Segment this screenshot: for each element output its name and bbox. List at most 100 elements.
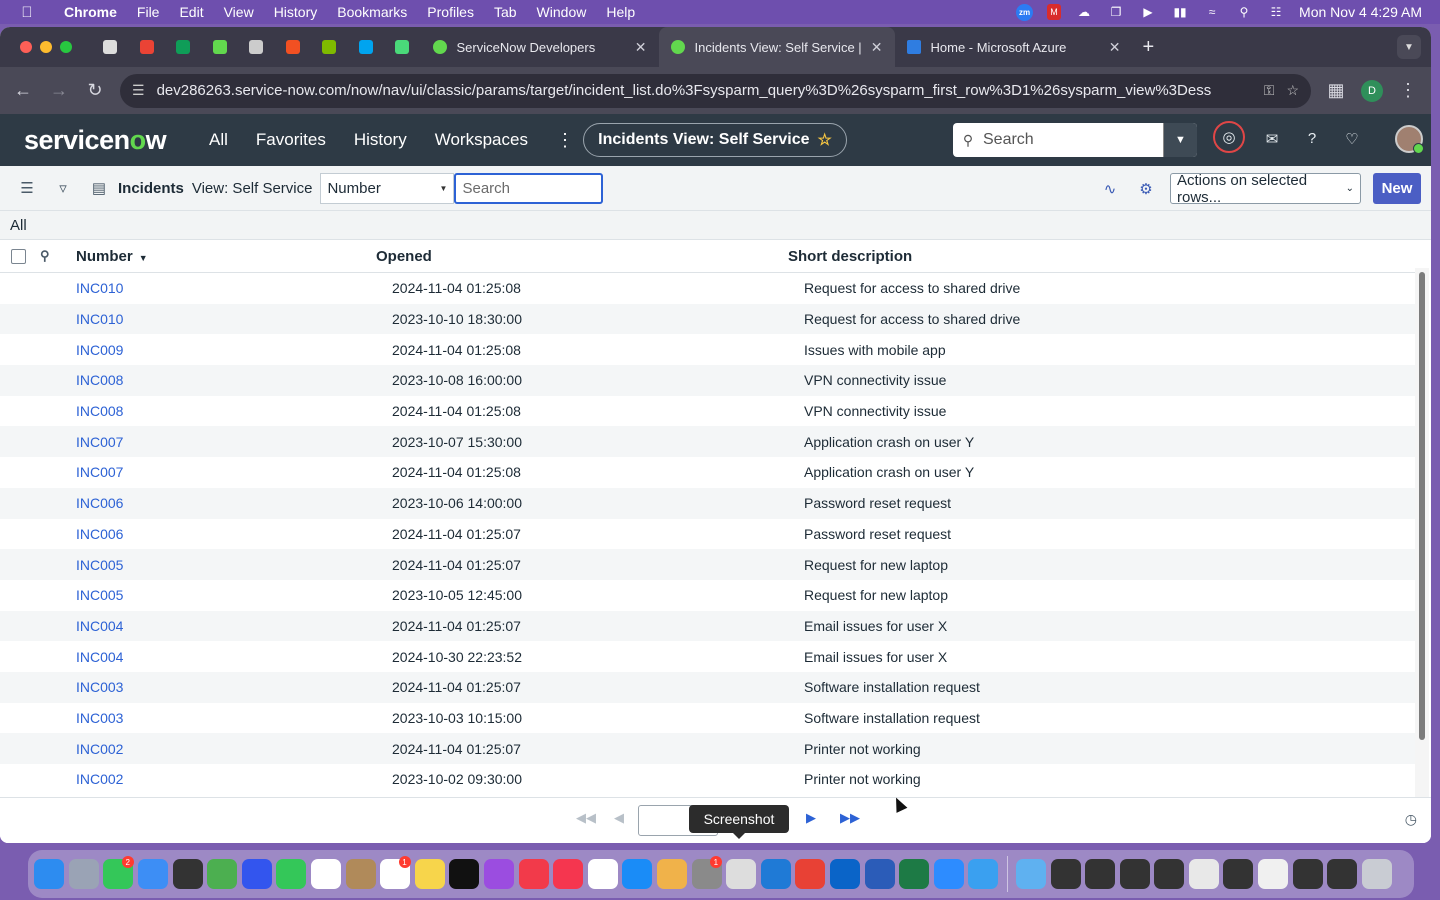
menu-window[interactable]: Window	[527, 4, 597, 20]
dock-item[interactable]	[1290, 854, 1325, 894]
close-tab-icon[interactable]: ✕	[1109, 39, 1121, 56]
table-row[interactable]: INC003 2023-10-03 10:15:00 Software instal…	[0, 703, 1415, 734]
menu-edit[interactable]: Edit	[169, 4, 213, 20]
dock-item[interactable]: 1	[378, 854, 413, 894]
dock-item[interactable]	[1360, 854, 1395, 894]
search-scope-dropdown[interactable]: ▼	[1163, 123, 1197, 157]
favorite-star-icon[interactable]: ☆	[818, 130, 832, 150]
zoom-tray-icon[interactable]: zm	[1016, 3, 1034, 21]
pinned-tab[interactable]	[129, 27, 166, 67]
dock-item[interactable]	[758, 854, 793, 894]
list-title[interactable]: Incidents	[118, 180, 184, 197]
menu-file[interactable]: File	[127, 4, 170, 20]
spotlight-icon[interactable]: ⚲	[1235, 5, 1253, 19]
bookmark-star-icon[interactable]: ☆	[1286, 82, 1299, 99]
menu-view[interactable]: View	[214, 4, 264, 20]
incident-link[interactable]: INC002	[76, 741, 123, 757]
incident-link[interactable]: INC009	[76, 342, 123, 358]
dock-item[interactable]	[793, 854, 828, 894]
dock-item[interactable]	[1083, 854, 1118, 894]
forward-button[interactable]: →	[48, 80, 70, 101]
close-tab-icon[interactable]: ✕	[871, 39, 883, 56]
incident-link[interactable]: INC008	[76, 403, 123, 419]
profile-avatar[interactable]: D	[1361, 79, 1383, 102]
pinned-tab[interactable]	[348, 27, 385, 67]
dock-item[interactable]	[1256, 854, 1291, 894]
header-number[interactable]: Number ▼	[60, 248, 376, 265]
menu-help[interactable]: Help	[596, 4, 645, 20]
table-row[interactable]: INC006 2024-11-04 01:25:07 Password reset …	[0, 519, 1415, 550]
nav-workspaces[interactable]: Workspaces	[421, 130, 542, 150]
dock-item[interactable]: 1	[689, 854, 724, 894]
menu-app-name[interactable]: Chrome	[54, 4, 127, 20]
wifi-icon[interactable]: ≈	[1203, 5, 1221, 19]
gear-icon[interactable]: ⚙	[1134, 180, 1158, 198]
nav-all[interactable]: All	[195, 130, 242, 150]
pinned-tab[interactable]	[92, 27, 129, 67]
dock-item[interactable]	[1221, 854, 1256, 894]
incident-link[interactable]: INC003	[76, 679, 123, 695]
table-row[interactable]: INC002 2024-11-04 01:25:07 Printer not wor…	[0, 733, 1415, 764]
tab-search-button[interactable]: ▼	[1397, 35, 1421, 59]
incident-link[interactable]: INC010	[76, 280, 123, 296]
incident-link[interactable]: INC002	[76, 771, 123, 787]
dock-item[interactable]	[482, 854, 517, 894]
table-row[interactable]: INC003 2024-11-04 01:25:07 Software instal…	[0, 671, 1415, 703]
breadcrumb-all[interactable]: All	[10, 217, 27, 234]
incident-link[interactable]: INC005	[76, 557, 123, 573]
table-row[interactable]: INC004 2024-11-04 01:25:07 Email issues fo…	[0, 610, 1415, 642]
bell-icon[interactable]: ♡	[1339, 126, 1365, 152]
scrollbar[interactable]	[1415, 268, 1429, 824]
dock-item[interactable]	[205, 854, 240, 894]
tab-incidents-view[interactable]: Incidents View: Self Service | ✕	[658, 27, 895, 67]
dock-item[interactable]	[343, 854, 378, 894]
dock-item[interactable]	[931, 854, 966, 894]
dock-item[interactable]	[413, 854, 448, 894]
header-short-description[interactable]: Short description	[788, 248, 1415, 265]
user-avatar[interactable]	[1395, 124, 1424, 154]
first-page-icon[interactable]: ◀◀	[576, 810, 596, 826]
cloud-icon[interactable]: ☁	[1075, 5, 1093, 19]
windows-icon[interactable]: ❐	[1107, 5, 1125, 19]
table-row[interactable]: INC010 2023-10-10 18:30:00 Request for acc…	[0, 303, 1415, 335]
close-window-button[interactable]	[20, 41, 32, 53]
new-tab-button[interactable]: +	[1133, 36, 1165, 59]
address-bar[interactable]: ☰ dev286263.service-now.com/now/nav/ui/c…	[120, 73, 1311, 108]
dock-item[interactable]	[1187, 854, 1222, 894]
play-icon[interactable]: ▶	[1139, 5, 1157, 19]
pinned-tab[interactable]	[202, 27, 239, 67]
list-context-icon[interactable]: ▤	[88, 179, 110, 197]
incident-link[interactable]: INC007	[76, 464, 123, 480]
back-button[interactable]: ←	[12, 80, 34, 101]
dock-item[interactable]	[586, 854, 621, 894]
dock-item[interactable]	[170, 854, 205, 894]
dock-item[interactable]	[828, 854, 863, 894]
reload-button[interactable]: ↻	[84, 80, 106, 101]
pinned-tab[interactable]	[311, 27, 348, 67]
incident-link[interactable]: INC008	[76, 372, 123, 388]
dock-item[interactable]	[67, 854, 102, 894]
table-row[interactable]: INC004 2024-10-30 22:23:52 Email issues fo…	[0, 641, 1415, 672]
dock-item[interactable]	[897, 854, 932, 894]
incident-link[interactable]: INC010	[76, 311, 123, 327]
column-search-icon[interactable]: ⚲	[40, 248, 60, 264]
incident-link[interactable]: INC004	[76, 618, 123, 634]
nav-favorites[interactable]: Favorites	[242, 130, 340, 150]
table-row[interactable]: INC007 2023-10-07 15:30:00 Application cra…	[0, 426, 1415, 458]
tab-servicenow-developers[interactable]: ServiceNow Developers ✕	[421, 27, 659, 67]
global-search-input[interactable]: Search	[983, 131, 1163, 149]
servicenow-logo[interactable]: servicenow	[0, 125, 195, 156]
table-row[interactable]: INC007 2024-11-04 01:25:08 Application cra…	[0, 457, 1415, 488]
close-tab-icon[interactable]: ✕	[635, 39, 647, 56]
battery-icon[interactable]: ▮▮	[1171, 5, 1189, 19]
pinned-tab[interactable]	[275, 27, 312, 67]
incident-link[interactable]: INC006	[76, 495, 123, 511]
context-pill[interactable]: Incidents View: Self Service ☆	[583, 123, 847, 157]
table-row[interactable]: INC005 2024-11-04 01:25:07 Request for new…	[0, 549, 1415, 580]
next-page-icon[interactable]: ▶	[806, 810, 816, 826]
site-info-icon[interactable]: ☰	[132, 82, 145, 99]
dock-item[interactable]	[136, 854, 171, 894]
pinned-tab[interactable]	[384, 27, 421, 67]
apple-icon[interactable]: 	[0, 4, 54, 21]
incident-link[interactable]: INC003	[76, 710, 123, 726]
